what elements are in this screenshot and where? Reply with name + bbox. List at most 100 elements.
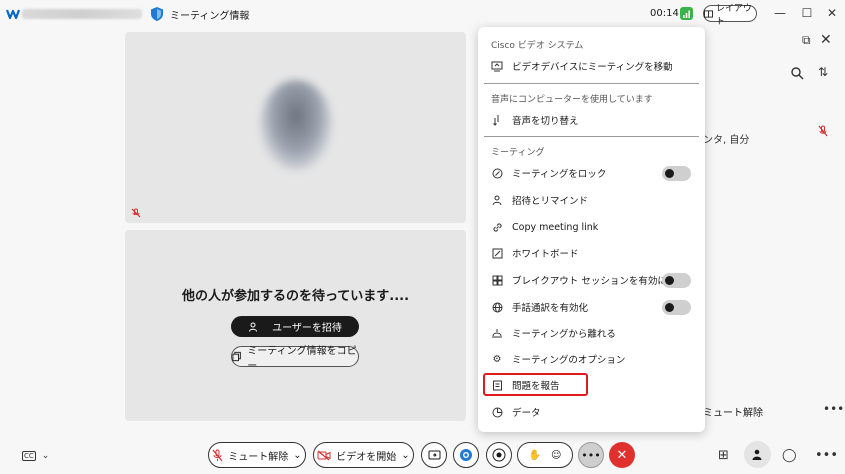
share-screen-icon xyxy=(428,450,440,459)
screen-share-icon xyxy=(491,60,503,72)
menu-item-label: データ xyxy=(512,408,541,419)
more-dots-icon: ••• xyxy=(581,448,601,462)
waiting-message: 他の人が参加するのを待っています.... xyxy=(181,289,410,304)
more-options-button[interactable]: ••• xyxy=(578,442,604,468)
person-icon xyxy=(249,322,258,332)
lock-meeting-toggle[interactable] xyxy=(662,166,691,181)
menu-item-move-to-device[interactable]: ビデオデバイスにミーティングを移動 xyxy=(491,57,696,75)
chevron-down-icon[interactable]: ⌄ xyxy=(401,450,409,461)
start-video-label: ビデオを開始 xyxy=(336,451,397,463)
menu-item-label: ホワイトボード xyxy=(512,249,579,260)
copy-icon xyxy=(232,351,241,362)
closed-captions-icon: CC xyxy=(22,451,36,461)
gear-icon: ⚙ xyxy=(492,353,502,365)
layout-grid-icon xyxy=(704,9,713,18)
waiting-tile: 他の人が参加するのを待っています.... ユーザーを招待 ミーティング情報をコピ… xyxy=(125,230,466,421)
invite-users-label: ユーザーを招待 xyxy=(272,323,342,334)
chevron-down-icon: ⌄ xyxy=(41,451,50,461)
menu-item-leave-meeting[interactable]: ミーティングから離れる xyxy=(491,324,696,342)
muted-mic-icon xyxy=(131,208,141,218)
close-icon: ✕ xyxy=(616,447,628,463)
menu-item-whiteboard[interactable]: ホワイトボード xyxy=(491,244,696,262)
audio-switch-icon xyxy=(491,114,503,126)
blurred-participant-avatar xyxy=(260,80,332,170)
minimize-icon[interactable]: — xyxy=(773,6,787,20)
report-problem-highlight xyxy=(483,373,588,396)
menu-item-label: ビデオデバイスにミーティングを移動 xyxy=(512,62,673,73)
menu-divider xyxy=(484,136,699,137)
video-off-icon xyxy=(317,450,331,460)
unmute-label: ミュート解除 xyxy=(228,451,289,463)
menu-item-label: 手話通訳を有効化 xyxy=(512,303,589,314)
share-screen-button[interactable] xyxy=(421,442,447,468)
menu-item-label: ミーティングをロック xyxy=(512,169,607,180)
reactions-button[interactable]: ✋ ☺ xyxy=(517,442,573,468)
lock-icon xyxy=(491,167,503,179)
shield-icon[interactable] xyxy=(150,6,164,22)
close-panel-icon[interactable]: ✕ xyxy=(820,32,832,48)
panel-more-icon[interactable]: ••• xyxy=(823,402,844,416)
menu-item-label: ミーティングから離れる xyxy=(512,329,616,340)
raise-hand-icon[interactable]: ✋ xyxy=(529,450,541,461)
meeting-info-label[interactable]: ミーティング情報 xyxy=(170,7,249,22)
menu-item-label: ブレイクアウト セッションを有効にする xyxy=(512,276,686,287)
more-panels-icon[interactable]: ••• xyxy=(815,448,838,463)
network-signal-icon[interactable] xyxy=(680,7,693,20)
end-meeting-button[interactable]: ✕ xyxy=(609,442,635,468)
section-cisco-video: Cisco ビデオ システム xyxy=(491,41,584,51)
participants-icon xyxy=(752,449,762,460)
webex-logo-icon xyxy=(6,9,20,20)
record-button[interactable] xyxy=(486,442,512,468)
copy-meeting-info-button[interactable]: ミーティング情報をコピー xyxy=(231,346,359,372)
layout-button[interactable]: レイアウト xyxy=(703,4,757,27)
apps-icon[interactable]: ⊞ xyxy=(718,448,729,463)
section-meeting: ミーティング xyxy=(491,148,545,158)
assistant-icon xyxy=(460,449,472,461)
maximize-icon[interactable]: ☐ xyxy=(800,6,814,20)
participant-muted-icon[interactable] xyxy=(818,125,828,137)
sign-language-toggle[interactable] xyxy=(662,300,691,315)
invite-users-button[interactable]: ユーザーを招待 xyxy=(231,316,359,337)
emoji-icon[interactable]: ☺ xyxy=(551,450,561,461)
data-icon xyxy=(491,406,503,418)
menu-item-label: 音声を切り替え xyxy=(512,116,579,127)
search-icon[interactable] xyxy=(790,66,804,80)
captions-button[interactable]: CC ⌄ xyxy=(22,450,50,462)
menu-item-label: 招待とリマインド xyxy=(512,196,589,207)
menu-divider xyxy=(484,83,699,84)
menu-item-label: Copy meeting link xyxy=(512,221,599,233)
start-video-button[interactable]: ビデオを開始 ⌄ xyxy=(313,442,414,468)
menu-item-switch-audio[interactable]: 音声を切り替え xyxy=(491,111,696,129)
self-video-tile[interactable] xyxy=(125,32,466,223)
popout-icon[interactable]: ⧉ xyxy=(802,33,811,48)
record-icon xyxy=(492,448,506,462)
invite-person-icon xyxy=(491,194,503,206)
section-audio: 音声にコンピューターを使用しています xyxy=(491,95,653,105)
globe-icon xyxy=(491,301,503,313)
unmute-button[interactable]: ミュート解除 ⌄ xyxy=(208,442,306,468)
more-options-menu: Cisco ビデオ システム ビデオデバイスにミーティングを移動 音声にコンピュ… xyxy=(478,27,705,432)
chat-icon[interactable]: ◯ xyxy=(782,448,797,463)
layout-label: レイアウト xyxy=(715,3,752,27)
breakout-icon xyxy=(491,274,503,286)
menu-item-invite-remind[interactable]: 招待とリマインド xyxy=(491,191,696,209)
leave-icon xyxy=(491,327,503,339)
close-window-icon[interactable]: ✕ xyxy=(825,6,839,20)
sort-icon[interactable]: ⇅ xyxy=(818,65,828,79)
panel-unmute-all-label[interactable]: ミュート解除 xyxy=(703,404,763,419)
link-icon xyxy=(491,221,503,233)
menu-item-label: ミーティングのオプション xyxy=(512,355,626,366)
muted-mic-icon xyxy=(212,449,223,461)
whiteboard-icon xyxy=(491,247,503,259)
participants-button[interactable] xyxy=(744,441,771,468)
menu-item-copy-link[interactable]: Copy meeting link xyxy=(491,218,696,236)
menu-item-data[interactable]: データ xyxy=(491,403,696,421)
copy-meeting-info-label: ミーティング情報をコピー xyxy=(247,345,357,372)
webex-assistant-button[interactable] xyxy=(453,442,479,468)
meeting-timer: 00:14 xyxy=(650,8,679,19)
blurred-meeting-title xyxy=(22,9,142,19)
menu-item-meeting-options[interactable]: ⚙ ミーティングのオプション xyxy=(491,350,696,368)
breakout-toggle[interactable] xyxy=(662,273,691,288)
chevron-down-icon[interactable]: ⌄ xyxy=(293,450,301,461)
title-bar: ミーティング情報 00:14 レイアウト — ☐ ✕ xyxy=(0,0,845,28)
